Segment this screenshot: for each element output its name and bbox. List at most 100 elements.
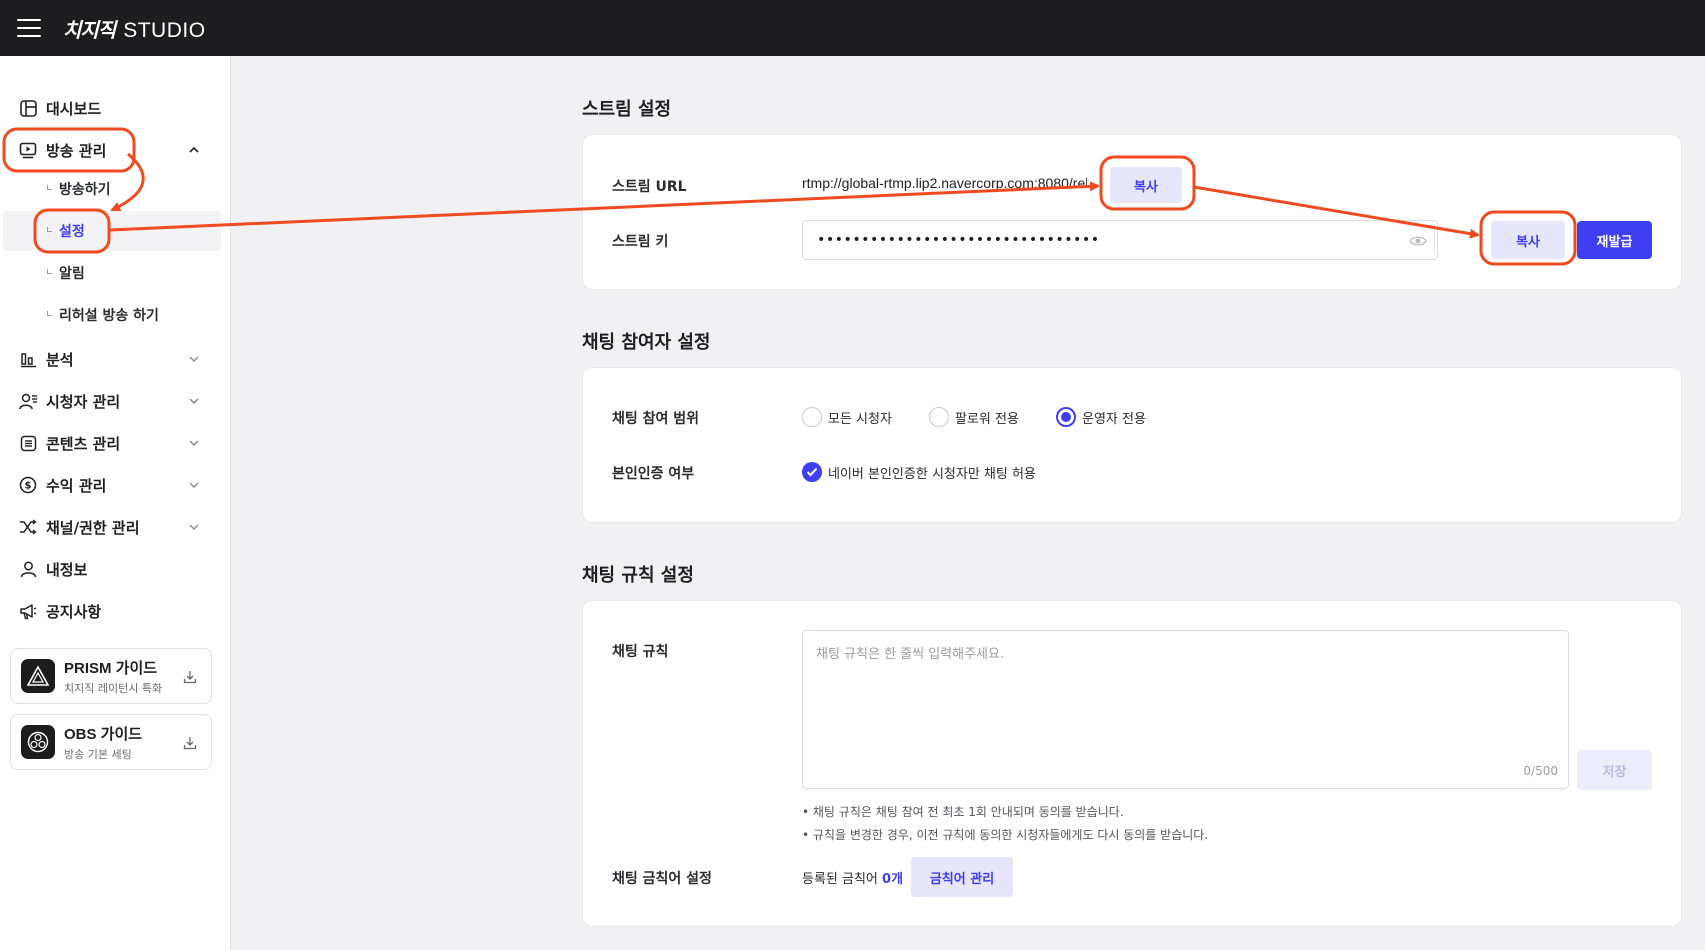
guide-subtitle: 방송 기본 세팅 [64, 747, 132, 761]
chat-participant-title: 채팅 참여자 설정 [582, 332, 711, 353]
radio-label: 운영자 전용 [1082, 411, 1146, 427]
stream-settings-title: 스트림 설정 [582, 99, 672, 120]
download-icon[interactable] [183, 735, 197, 750]
chevron-down-icon [188, 353, 200, 365]
chat-rules-title: 채팅 규칙 설정 [582, 565, 694, 586]
sidebar-item-label: 수익 관리 [46, 476, 107, 495]
chevron-down-icon [188, 437, 200, 449]
svg-text:$: $ [25, 481, 32, 492]
sidebar-subitem-rehearsal[interactable]: 리허설 방송 하기 [3, 295, 221, 335]
radio-circle [929, 407, 949, 427]
obs-guide-card[interactable]: OBS 가이드 방송 기본 세팅 [10, 714, 212, 770]
guide-title: PRISM 가이드 [64, 659, 158, 677]
radio-label: 팔로워 전용 [955, 411, 1019, 427]
sub-item-marker [47, 185, 52, 190]
chat-rule-placeholder: 채팅 규칙은 한 줄씩 입력해주세요. [816, 647, 1005, 662]
chat-range-label: 채팅 참여 범위 [612, 411, 700, 427]
radio-managers-only[interactable]: 운영자 전용 [1056, 407, 1146, 427]
brand-studio-text: STUDIO [123, 18, 206, 42]
sidebar-item-broadcast[interactable]: 방송 관리 [0, 132, 222, 168]
sidebar-item-label: 내정보 [46, 560, 88, 579]
sidebar-subitem-label: 설정 [59, 224, 85, 240]
shuffle-icon [18, 517, 38, 537]
rule-note-2: • 규칙을 변경한 경우, 이전 규칙에 동의한 시청자들에게도 다시 동의를 … [802, 828, 1209, 842]
banned-count-prefix: 등록된 금칙어 [802, 872, 878, 887]
radio-followers-only[interactable]: 팔로워 전용 [929, 407, 1019, 427]
sidebar-subitem-label: 방송하기 [59, 182, 111, 198]
verify-label: 본인인증 여부 [612, 466, 695, 482]
show-key-eye-icon[interactable] [1409, 232, 1427, 250]
sidebar: 대시보드 방송 관리 방송하기 설정 알림 리허설 방송 하기 분석 시청자 관… [0, 56, 231, 950]
prism-guide-card[interactable]: PRISM 가이드 치지직 레이턴시 특화 [10, 648, 212, 704]
chat-rules-card: 채팅 규칙 채팅 규칙은 한 줄씩 입력해주세요. 0/500 저장 • 채팅 … [582, 600, 1682, 927]
revenue-icon: $ [18, 475, 38, 495]
chevron-down-icon [188, 479, 200, 491]
stream-key-field[interactable]: •••••••••••••••••••••••••••••••• [802, 220, 1438, 260]
chevron-down-icon [188, 395, 200, 407]
radio-label: 모든 시청자 [828, 411, 892, 427]
menu-icon[interactable] [17, 19, 41, 37]
sidebar-item-label: 공지사항 [46, 602, 102, 621]
stream-key-value: •••••••••••••••••••••••••••••••• [817, 232, 1100, 248]
analytics-icon [18, 349, 38, 369]
stream-key-label: 스트림 키 [612, 234, 669, 250]
sidebar-item-analytics[interactable]: 분석 [0, 341, 222, 377]
sub-item-marker [47, 311, 52, 316]
broadcast-icon [18, 140, 38, 160]
guide-title: OBS 가이드 [64, 725, 143, 743]
sidebar-subitem-alerts[interactable]: 알림 [3, 253, 221, 293]
char-counter: 0/500 [1523, 764, 1558, 778]
sidebar-item-viewers[interactable]: 시청자 관리 [0, 383, 222, 419]
stream-url-value: rtmp://global-rtmp.lip2.navercorp.com:80… [802, 175, 1087, 191]
brand-logo[interactable]: 치지직 STUDIO [63, 14, 206, 43]
verified-only-checkbox[interactable]: 네이버 본인인증한 시청자만 채팅 허용 [802, 462, 1036, 482]
manage-banned-words-button[interactable]: 금칙어 관리 [911, 857, 1013, 897]
save-rules-button[interactable]: 저장 [1577, 750, 1652, 790]
sidebar-item-notices[interactable]: 공지사항 [0, 593, 222, 629]
key-divider [1434, 229, 1435, 253]
sidebar-item-channel[interactable]: 채널/권한 관리 [0, 509, 222, 545]
chat-rule-label: 채팅 규칙 [612, 644, 669, 660]
rule-note-1: • 채팅 규칙은 채팅 참여 전 최초 1회 안내되며 동의를 받습니다. [802, 805, 1124, 819]
top-bar: 치지직 STUDIO [0, 0, 1705, 56]
banned-words-label: 채팅 금칙어 설정 [612, 871, 712, 887]
sidebar-item-label: 대시보드 [46, 99, 102, 118]
sidebar-item-dashboard[interactable]: 대시보드 [0, 90, 222, 126]
copy-key-button[interactable]: 복사 [1491, 221, 1565, 259]
sidebar-item-label: 콘텐츠 관리 [46, 434, 121, 453]
sidebar-subitem-go-live[interactable]: 방송하기 [3, 169, 221, 209]
checkmark-icon [802, 462, 822, 482]
sidebar-item-label: 채널/권한 관리 [46, 518, 140, 537]
chat-participant-card: 채팅 참여 범위 모든 시청자 팔로워 전용 운영자 전용 본인인증 여부 네이… [582, 367, 1682, 523]
sidebar-item-label: 방송 관리 [46, 141, 107, 160]
brand-logo-text: 치지직 [63, 17, 116, 42]
profile-icon [18, 559, 38, 579]
dashboard-icon [18, 98, 38, 118]
banned-words-count: 등록된 금칙어 0개 [802, 868, 903, 887]
sidebar-item-label: 시청자 관리 [46, 392, 121, 411]
download-icon[interactable] [183, 669, 197, 684]
stream-settings-card: 스트림 URL rtmp://global-rtmp.lip2.navercor… [582, 134, 1682, 290]
radio-circle-selected [1056, 407, 1076, 427]
sidebar-subitem-label: 알림 [59, 266, 85, 282]
guide-subtitle: 치지직 레이턴시 특화 [64, 681, 163, 695]
megaphone-icon [18, 601, 38, 621]
copy-url-button[interactable]: 복사 [1110, 167, 1182, 203]
prism-logo-icon [21, 659, 55, 693]
sidebar-subitem-settings[interactable]: 설정 [3, 211, 221, 251]
obs-logo-icon [21, 725, 55, 759]
stream-url-label: 스트림 URL [612, 179, 687, 195]
radio-circle [802, 407, 822, 427]
content-icon [18, 433, 38, 453]
sidebar-item-profile[interactable]: 내정보 [0, 551, 222, 587]
chevron-up-icon [188, 144, 200, 156]
radio-all-viewers[interactable]: 모든 시청자 [802, 407, 892, 427]
reissue-key-button[interactable]: 재발급 [1577, 221, 1652, 259]
chevron-down-icon [188, 521, 200, 533]
chat-rule-textarea[interactable]: 채팅 규칙은 한 줄씩 입력해주세요. 0/500 [802, 630, 1569, 789]
sidebar-subitem-label: 리허설 방송 하기 [59, 308, 159, 324]
sidebar-item-revenue[interactable]: $ 수익 관리 [0, 467, 222, 503]
sidebar-item-label: 분석 [46, 350, 74, 369]
sidebar-item-content[interactable]: 콘텐츠 관리 [0, 425, 222, 461]
viewers-icon [18, 391, 38, 411]
